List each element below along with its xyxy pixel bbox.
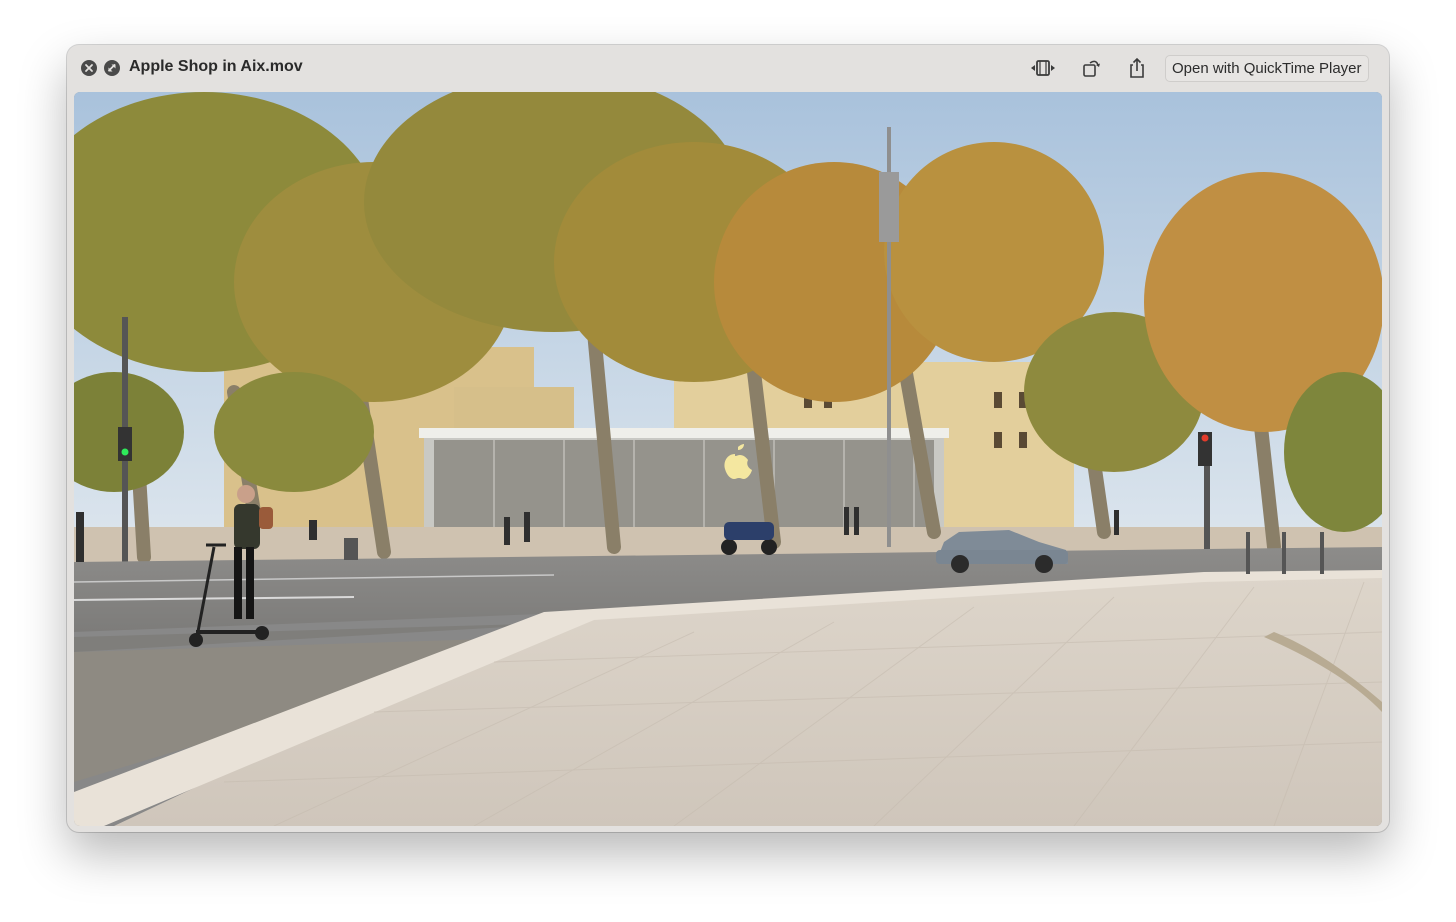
close-icon[interactable] (81, 60, 97, 76)
video-frame[interactable] (74, 92, 1382, 826)
window-title: Apple Shop in Aix.mov (129, 58, 303, 75)
open-with-quicktime-button[interactable]: Open with QuickTime Player (1165, 55, 1369, 82)
video-scene (74, 92, 1382, 826)
quicklook-window: Apple Shop in Aix.mov Open with QuickTim… (67, 45, 1389, 832)
trim-icon[interactable] (1030, 56, 1056, 80)
share-icon[interactable] (1124, 56, 1150, 80)
apple-store-building (419, 428, 949, 532)
rotate-icon[interactable] (1078, 56, 1104, 80)
fullscreen-icon[interactable] (104, 60, 120, 76)
title-bar: Apple Shop in Aix.mov Open with QuickTim… (67, 45, 1389, 91)
